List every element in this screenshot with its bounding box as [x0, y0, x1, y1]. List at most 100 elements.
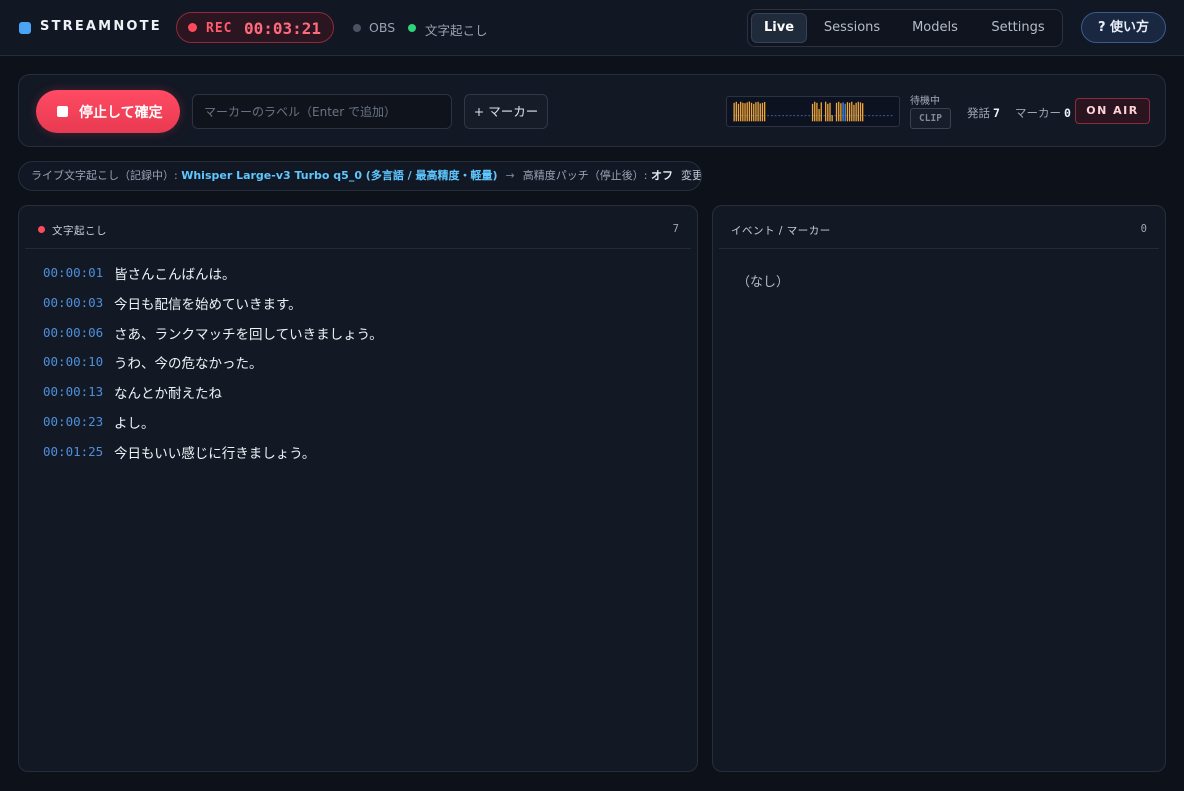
level-bar — [757, 101, 759, 122]
marker-count-label: マーカー — [1015, 106, 1061, 120]
transcript-text: さあ、ランクマッチを回していきましょう。 — [114, 326, 383, 343]
waiting-status: 待機中 — [910, 96, 940, 107]
level-bar — [811, 103, 814, 122]
transcript-text: よし。 — [114, 416, 155, 432]
live-dot-icon — [38, 226, 45, 233]
record-dot-icon — [188, 23, 197, 32]
on-air-badge: ON AIR — [1075, 98, 1150, 124]
level-bar — [735, 101, 737, 122]
tab-sessions[interactable]: Sessions — [814, 13, 890, 43]
level-bar — [844, 103, 846, 122]
stop-button-label: 停止して確定 — [79, 105, 163, 121]
level-bar — [827, 103, 829, 122]
level-bar — [744, 103, 746, 122]
transcript-text: うわ、今の危なかった。 — [114, 356, 263, 373]
app-root: STREAMNOTE REC 00:03:21 OBS 文字起こし Live S… — [0, 0, 1184, 791]
level-bar — [816, 102, 818, 122]
transcript-timestamp[interactable]: 00:00:06 — [43, 325, 103, 340]
level-bar — [742, 102, 744, 122]
transcript-timestamp[interactable]: 00:00:13 — [43, 384, 103, 399]
level-bar — [853, 104, 855, 122]
level-bar — [761, 102, 764, 122]
obs-status: OBS — [369, 20, 396, 35]
transcript-panel: 文字起こし 7 00:00:01 皆さんこんばんは。 00:00:03 今日も配信を始… — [18, 205, 698, 772]
transcript-text: 皆さんこんばんは。 — [114, 267, 236, 283]
level-bar — [838, 101, 840, 122]
level-bar — [755, 102, 757, 122]
control-card: 停止して確定 + マーカー 待機中 CLIP 発話7 マーカー0 ON AIR — [18, 74, 1166, 147]
obs-status-dot-icon — [353, 24, 361, 32]
model-info-bar: ライブ文字起こし（記録中）: Whisper Large-v3 Turbo q5… — [18, 161, 702, 191]
marker-label-input[interactable] — [192, 94, 452, 129]
stop-and-confirm-button[interactable]: 停止して確定 — [36, 90, 180, 133]
model-info-prefix: ライブ文字起こし（記録中）: — [31, 169, 182, 182]
level-bar — [862, 103, 864, 122]
transcript-timestamp[interactable]: 00:01:25 — [43, 444, 103, 459]
level-bar — [835, 102, 838, 122]
transcript-text: なんとか耐えたね — [114, 386, 222, 403]
help-button[interactable]: ? 使い方 — [1081, 12, 1166, 43]
level-bar — [859, 102, 862, 122]
transcript-timestamp[interactable]: 00:00:03 — [43, 295, 103, 310]
level-bar — [820, 102, 822, 122]
brand-name: STREAMNOTE — [40, 19, 162, 34]
level-bar — [818, 108, 820, 122]
top-bar: STREAMNOTE REC 00:03:21 OBS 文字起こし Live S… — [0, 0, 1184, 56]
marker-count-value: 0 — [1064, 106, 1071, 120]
transcript-timestamp[interactable]: 00:00:10 — [43, 354, 103, 369]
recording-indicator: REC 00:03:21 — [176, 12, 334, 43]
events-count: 0 — [1140, 223, 1147, 235]
transcribe-status: 文字起こし — [425, 23, 488, 38]
level-bar — [855, 102, 857, 122]
utterance-count: 発話 7 — [967, 105, 1000, 121]
level-bar — [831, 115, 833, 122]
transcript-text: 今日もいい感じに行きましょう。 — [114, 445, 316, 462]
level-bar — [740, 101, 742, 122]
level-bar — [733, 102, 735, 122]
events-panel-header: イベント / マーカー 0 — [719, 206, 1159, 249]
level-bar — [840, 103, 842, 122]
add-marker-button[interactable]: + マーカー — [464, 94, 548, 129]
transcript-timestamp[interactable]: 00:00:23 — [43, 414, 103, 429]
clip-indicator: CLIP — [910, 108, 951, 129]
level-bar — [814, 101, 816, 122]
transcript-timestamp[interactable]: 00:00:01 — [43, 265, 103, 280]
rec-label: REC — [206, 21, 233, 36]
level-bar — [750, 102, 753, 122]
change-model-link[interactable]: 変更 › — [681, 169, 701, 182]
stop-icon — [57, 106, 68, 117]
transcript-count: 7 — [672, 223, 679, 235]
hp-patch-value: オフ — [650, 169, 673, 182]
model-name: Whisper Large-v3 Turbo q5_0 (多言語 / 最高精度・… — [181, 169, 498, 182]
audio-level-meter — [726, 96, 900, 127]
level-bar — [759, 103, 761, 122]
events-title: イベント / マーカー — [731, 225, 831, 237]
tab-live[interactable]: Live — [751, 13, 807, 43]
hp-patch-label: 高精度パッチ（停止後）: — [522, 169, 651, 182]
rec-timer: 00:03:21 — [244, 19, 322, 38]
transcript-panel-header: 文字起こし 7 — [25, 206, 691, 249]
level-bar — [763, 101, 766, 122]
level-bar — [848, 102, 851, 122]
logo-icon — [19, 22, 31, 34]
level-bar — [857, 101, 859, 122]
transcribe-status-dot-icon — [408, 24, 416, 32]
tab-models[interactable]: Models — [898, 13, 972, 43]
level-bar — [737, 103, 740, 122]
level-bar — [842, 102, 844, 122]
utterance-count-label: 発話 — [967, 106, 990, 120]
arrow-icon: → — [505, 169, 515, 182]
transcript-text: 今日も配信を始めていきます。 — [114, 296, 302, 313]
events-panel: イベント / マーカー 0 （なし） — [712, 205, 1166, 772]
utterance-count-value: 7 — [993, 106, 1000, 120]
level-bar — [851, 101, 853, 122]
events-empty-message: （なし） — [737, 275, 790, 290]
level-bar — [753, 103, 755, 122]
tab-settings[interactable]: Settings — [980, 13, 1056, 43]
level-bar — [748, 101, 751, 122]
level-bar — [846, 102, 849, 122]
marker-count: マーカー 0 — [1015, 105, 1071, 121]
main-tabs: Live Sessions Models Settings — [747, 9, 1063, 47]
level-bar — [824, 101, 827, 122]
level-bar — [829, 102, 831, 122]
